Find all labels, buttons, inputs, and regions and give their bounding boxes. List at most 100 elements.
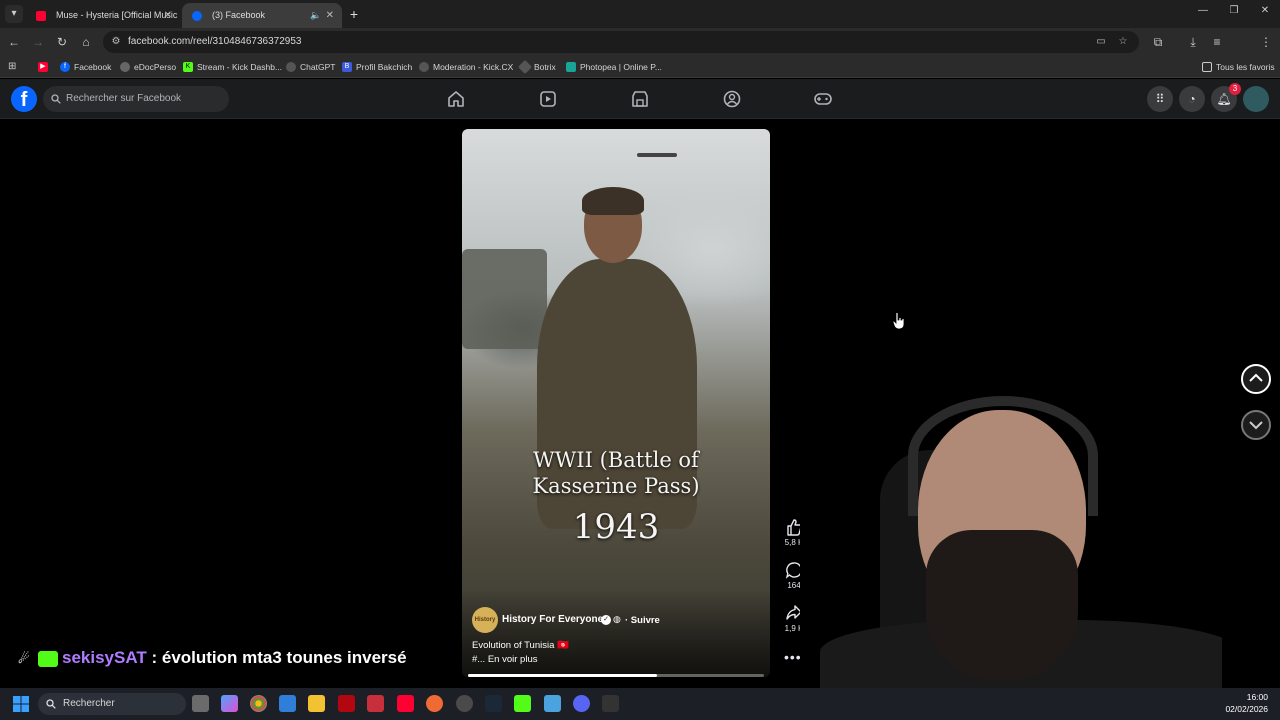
bookmark-facebook[interactable]: f Facebook [60,56,111,78]
page-name[interactable]: History For Everyone [502,614,603,625]
reel-progress-bar[interactable] [468,674,764,677]
groups-nav-icon[interactable] [722,89,742,109]
folder-icon [1202,62,1212,72]
media-controls-icon[interactable]: ≡ [1209,34,1225,50]
url-field[interactable]: ⚙ facebook.com/reel/3104846736372953 ▭ ☆ [103,31,1139,53]
facebook-icon: f [60,62,70,72]
facebook-logo[interactable]: f [11,86,37,112]
netflix-icon[interactable] [338,695,355,712]
all-bookmarks-label: Tous les favoris [1216,62,1275,72]
kick-icon: K [183,62,193,72]
forward-icon[interactable]: → [30,34,46,50]
all-bookmarks-folder[interactable]: Tous les favoris [1202,56,1275,78]
bookmark-youtube[interactable]: ▶ [38,56,52,78]
messenger-icon[interactable]: ◔ [1179,86,1205,112]
new-tab-button[interactable]: + [346,5,362,23]
reel-year-overlay: 1943 [572,507,660,547]
verified-badge-icon: ✓ [601,615,611,625]
webcam-streamer-beard [926,530,1078,680]
home-icon[interactable]: ⌂ [78,34,94,50]
app-icon-red[interactable] [367,695,384,712]
tab-facebook[interactable]: (3) Facebook 🔈 ✕ [182,3,342,28]
restore-icon[interactable]: ❐ [1219,5,1249,16]
follow-button[interactable]: · Suivre [625,615,660,626]
chat-message-text: évolution mta3 tounes inversé [161,648,407,667]
globe-icon: ◍ [613,614,621,624]
close-tab-icon[interactable]: ✕ [164,3,172,28]
bookmark-botrix[interactable]: Botrix [517,56,556,78]
extensions-icon[interactable]: ⧉ [1150,34,1166,50]
bookmark-star-icon[interactable]: ☆ [1117,36,1129,48]
page-avatar[interactable]: History [472,607,498,633]
photopea-icon [566,62,576,72]
back-icon[interactable]: ← [6,34,22,50]
install-app-icon[interactable]: ▭ [1095,36,1107,48]
steam-icon[interactable] [485,695,502,712]
reel-image-plane [637,153,677,157]
bookmark-kick-dashboard[interactable]: K Stream - Kick Dashb... [183,56,282,78]
reload-icon[interactable]: ↻ [54,34,70,50]
taskbar-search[interactable]: Rechercher [38,693,186,715]
windows-taskbar: Rechercher [0,688,1280,720]
apps-grid-icon[interactable]: ⊞ [8,61,19,72]
speaker-icon[interactable]: 🔈 [310,3,321,28]
store-icon[interactable] [279,695,296,712]
close-window-icon[interactable]: ✕ [1250,5,1280,16]
kick-badge-icon [38,650,58,667]
facebook-icon [192,11,202,21]
bookmark-edocperso[interactable]: eDocPerso [120,56,176,78]
previous-reel-button[interactable] [1241,364,1271,394]
bakchich-icon: B [342,62,352,72]
menu-grid-icon[interactable]: ⠿ [1147,86,1173,112]
youtube-icon[interactable] [397,695,414,712]
notepad-icon[interactable] [544,695,561,712]
chevron-up-icon [1249,373,1263,382]
minimize-icon[interactable]: — [1188,5,1218,16]
task-view-icon[interactable] [192,695,209,712]
kick-icon[interactable] [514,695,531,712]
video-nav-icon[interactable] [538,89,558,109]
windows-start-icon[interactable] [13,696,29,712]
webcam-headset [908,396,1098,516]
discord-icon[interactable] [573,695,590,712]
hand-cursor-icon [892,312,905,330]
chevron-down-icon [1249,421,1263,430]
copilot-icon[interactable] [221,695,238,712]
bookmark-profil-bakchich[interactable]: B Profil Bakchich [342,56,412,78]
chrome-icon[interactable] [250,695,267,712]
see-more-link[interactable]: #... En voir plus [472,654,537,665]
reel-title-line2: Kasserine Pass) [532,474,700,498]
notification-badge: 3 [1229,83,1241,95]
reel-title-overlay: WWII (Battle of Kasserine Pass) [462,447,770,499]
close-tab-icon[interactable]: ✕ [326,3,334,28]
site-info-icon[interactable]: ⚙ [110,36,122,48]
tab-search-button[interactable]: ▾ [5,5,23,23]
home-nav-icon[interactable] [446,89,466,109]
reel-image-soldier-cap [582,187,644,215]
search-icon [51,94,61,104]
tab-muse-hysteria[interactable]: Muse - Hysteria [Official Music ✕ [26,3,180,28]
crunchyroll-icon[interactable] [426,695,443,712]
bookmark-label: ChatGPT [300,62,336,72]
bookmark-moderation-kick[interactable]: Moderation - Kick.CX [419,56,513,78]
gaming-nav-icon[interactable] [813,89,833,109]
chrome-menu-icon[interactable]: ⋮ [1258,34,1274,50]
bookmarks-bar: ⊞ ▶ f Facebook eDocPerso K Stream - Kick… [0,56,1280,78]
download-icon[interactable]: ⤓ [1185,34,1201,50]
youtube-icon: ▶ [38,62,48,72]
browser-tab-strip: ▾ Muse - Hysteria [Official Music ✕ (3) … [0,0,1280,28]
reel-video[interactable]: WWII (Battle of Kasserine Pass) 1943 His… [462,129,770,677]
search-placeholder: Rechercher sur Facebook [66,93,182,104]
app-icon-dark[interactable] [602,695,619,712]
bookmark-label: Facebook [74,62,112,72]
taskbar-search-label: Rechercher [63,698,115,709]
file-explorer-icon[interactable] [308,695,325,712]
bookmark-chatgpt[interactable]: ChatGPT [286,56,335,78]
next-reel-button[interactable] [1241,410,1271,440]
marketplace-nav-icon[interactable] [630,89,650,109]
bookmark-photopea[interactable]: Photopea | Online P... [566,56,662,78]
account-avatar[interactable] [1243,86,1269,112]
obs-icon[interactable] [456,695,473,712]
chatgpt-icon [286,62,296,72]
facebook-search-input[interactable]: Rechercher sur Facebook [43,86,229,112]
